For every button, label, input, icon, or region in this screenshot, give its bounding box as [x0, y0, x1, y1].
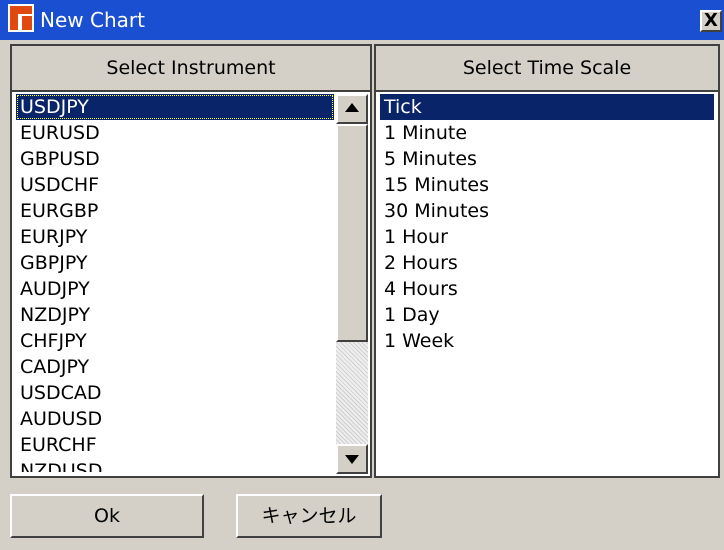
timescale-item[interactable]: 1 Week	[380, 328, 714, 354]
instrument-item[interactable]: EURCHF	[16, 432, 334, 458]
timescale-item[interactable]: 1 Minute	[380, 120, 714, 146]
instrument-item[interactable]: USDCAD	[16, 380, 334, 406]
scroll-down-button[interactable]	[336, 444, 368, 474]
instrument-panel: Select Instrument USDJPY EURUSD GBPUSD U…	[10, 44, 372, 478]
window-title: New Chart	[40, 8, 145, 32]
timescale-item[interactable]: 1 Day	[380, 302, 714, 328]
instrument-list[interactable]: USDJPY EURUSD GBPUSD USDCHF EURGBP EURJP…	[16, 94, 334, 472]
timescale-item[interactable]: 1 Hour	[380, 224, 714, 250]
instrument-item[interactable]: AUDUSD	[16, 406, 334, 432]
timescale-item[interactable]: 15 Minutes	[380, 172, 714, 198]
cancel-button[interactable]: キャンセル	[236, 494, 382, 538]
instrument-item[interactable]: USDCHF	[16, 172, 334, 198]
timescale-item[interactable]: 30 Minutes	[380, 198, 714, 224]
instrument-item[interactable]: AUDJPY	[16, 276, 334, 302]
timescale-panel: Select Time Scale Tick 1 Minute 5 Minute…	[374, 44, 720, 478]
scrollbar-thumb[interactable]	[336, 124, 368, 342]
ok-button[interactable]: Ok	[10, 494, 204, 538]
title-bar: New Chart X	[0, 0, 724, 40]
instrument-item[interactable]: CADJPY	[16, 354, 334, 380]
instrument-item[interactable]: GBPUSD	[16, 146, 334, 172]
arrow-down-icon	[345, 455, 359, 464]
instrument-item[interactable]: EURGBP	[16, 198, 334, 224]
instrument-item[interactable]: GBPJPY	[16, 250, 334, 276]
timescale-item[interactable]: 4 Hours	[380, 276, 714, 302]
timescale-item[interactable]: Tick	[380, 94, 714, 120]
instrument-item[interactable]: EURUSD	[16, 120, 334, 146]
app-logo-icon	[8, 4, 34, 32]
timescale-item[interactable]: 2 Hours	[380, 250, 714, 276]
timescale-list[interactable]: Tick 1 Minute 5 Minutes 15 Minutes 30 Mi…	[380, 94, 714, 472]
close-button[interactable]: X	[700, 10, 722, 32]
instrument-item[interactable]: NZDJPY	[16, 302, 334, 328]
instrument-item[interactable]: CHFJPY	[16, 328, 334, 354]
instrument-scrollbar[interactable]	[336, 94, 368, 474]
instrument-panel-header: Select Instrument	[12, 46, 370, 92]
timescale-item[interactable]: 5 Minutes	[380, 146, 714, 172]
scroll-up-button[interactable]	[336, 94, 368, 124]
timescale-panel-header: Select Time Scale	[376, 46, 718, 92]
arrow-up-icon	[345, 103, 359, 112]
instrument-item[interactable]: EURJPY	[16, 224, 334, 250]
instrument-item[interactable]: USDJPY	[16, 94, 334, 120]
instrument-item[interactable]: NZDUSD	[16, 458, 334, 472]
